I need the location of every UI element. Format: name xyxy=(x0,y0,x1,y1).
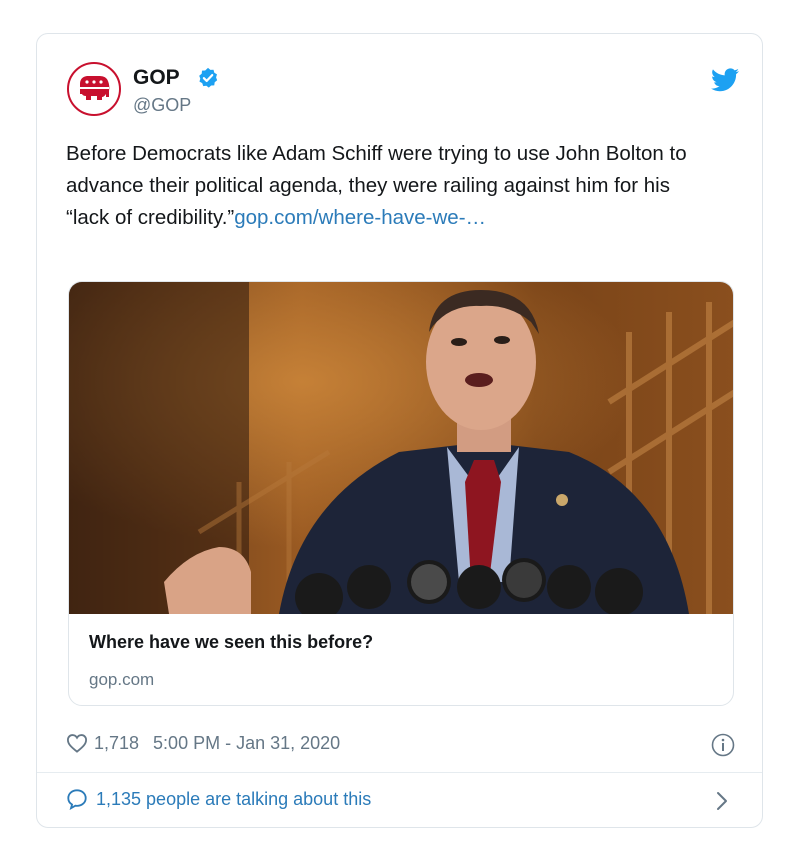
conversation-link[interactable]: 1,135 people are talking about this xyxy=(66,788,371,810)
heart-icon[interactable] xyxy=(66,733,88,753)
card-title[interactable]: Where have we seen this before? xyxy=(89,632,373,653)
verified-badge-icon xyxy=(199,67,218,88)
card-domain: gop.com xyxy=(89,670,155,689)
twitter-bird-icon[interactable] xyxy=(711,68,739,92)
tweet-embed-card: GOP @GOP Before Democrats like Adam Schi… xyxy=(36,33,763,828)
speech-bubble-icon xyxy=(67,789,87,810)
author-name[interactable]: GOP xyxy=(133,66,180,90)
gop-avatar[interactable] xyxy=(67,62,121,116)
elephant-logo-icon xyxy=(80,76,110,100)
chevron-right-icon[interactable] xyxy=(715,791,729,811)
tweet-link[interactable]: gop.com/where-have-we-… xyxy=(234,206,486,229)
link-preview-card[interactable]: Where have we seen this before? gop.com xyxy=(68,281,734,706)
like-count[interactable]: 1,718 xyxy=(94,733,139,754)
talking-text: 1,135 people are talking about this xyxy=(96,788,372,809)
schiff-photo xyxy=(69,282,733,614)
timestamp[interactable]: 5:00 PM - Jan 31, 2020 xyxy=(153,733,340,754)
divider xyxy=(37,772,762,773)
tweet-meta: 1,718 5:00 PM - Jan 31, 2020 xyxy=(66,731,340,755)
author-handle[interactable]: @GOP xyxy=(133,95,191,116)
info-icon[interactable] xyxy=(711,733,735,757)
tweet-text: Before Democrats like Adam Schiff were t… xyxy=(66,138,706,234)
